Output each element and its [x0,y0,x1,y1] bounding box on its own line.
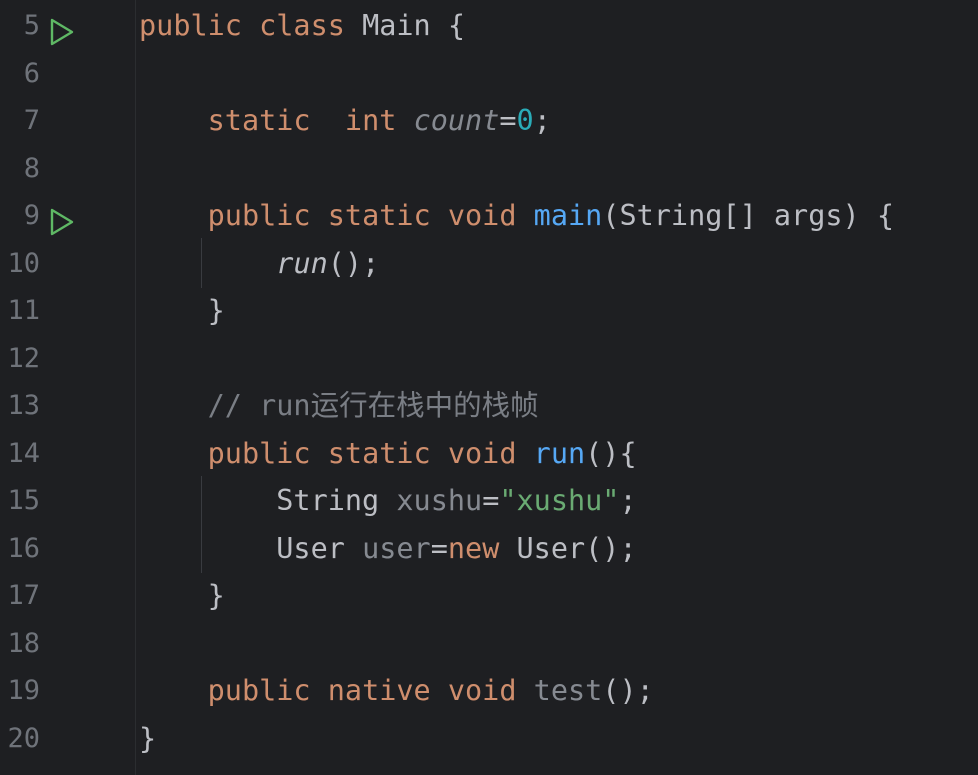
code-line[interactable]: 6 [0,50,978,98]
code-token: static [207,104,345,137]
code-token: run [533,436,586,470]
code-token: public [207,199,328,232]
code-line[interactable]: 18 [0,620,978,668]
line-number[interactable]: 7 [0,97,40,145]
code-token: (){ [585,436,637,470]
code-line[interactable]: 13 // run运行在栈中的栈帧 [0,382,978,430]
code-token: User [139,531,363,565]
code-line[interactable]: 19 public native void test(); [0,667,978,715]
code-token: (); [602,674,654,707]
line-number[interactable]: 8 [0,145,40,193]
code-text: public static void main(String[] args) { [139,192,894,240]
line-number[interactable]: 6 [0,50,40,98]
code-token: native [327,674,448,707]
line-number[interactable]: 10 [0,240,40,288]
line-number[interactable]: 17 [0,572,40,620]
code-token: // run [139,389,311,422]
line-number[interactable]: 14 [0,430,40,478]
code-token: static [327,199,448,232]
line-number[interactable]: 20 [0,715,40,763]
code-text: public native void test(); [139,667,654,715]
line-number[interactable]: 9 [0,192,40,240]
code-text: User user=new User(); [139,525,637,573]
code-text: static int count=0; [139,97,551,145]
code-token: } [139,579,225,612]
code-text: } [139,715,156,763]
code-token: ; [533,104,551,137]
code-token: 0 [516,104,534,137]
code-token: public [207,436,328,470]
code-token: int [344,104,414,137]
code-token: String [139,484,397,517]
code-text: } [139,287,225,335]
line-number[interactable]: 11 [0,287,40,335]
code-text: run(); [139,240,379,288]
code-line[interactable]: 5 public class Main { [0,2,978,50]
code-line[interactable]: 9 public static void main(String[] args)… [0,192,978,240]
code-token: xushu [396,484,483,517]
code-token: } [139,294,225,327]
indent-guide [201,476,202,573]
code-token: user [362,531,431,565]
code-token: (String[] args) { [602,199,894,232]
code-token: public [207,674,328,707]
code-token: = [499,104,517,137]
code-editor[interactable]: 5 public class Main {6 7 static int count=… [0,0,978,775]
code-line[interactable]: 14 public static void run(){ [0,430,978,478]
code-text: // run运行在栈中的栈帧 [139,382,539,430]
line-number[interactable]: 13 [0,382,40,430]
run-play-icon[interactable] [47,13,75,46]
code-line[interactable]: 10 run(); [0,240,978,288]
code-token: new [447,531,517,565]
code-token: 运行在栈中的栈帧 [310,389,539,422]
code-line[interactable]: 20} [0,715,978,763]
line-number[interactable]: 16 [0,525,40,573]
code-token: User(); [516,531,637,565]
code-token: count [413,104,500,137]
code-token: ; [619,484,637,517]
line-number[interactable]: 15 [0,477,40,525]
code-token: } [139,721,157,755]
line-number[interactable]: 12 [0,335,40,383]
run-play-icon[interactable] [47,203,75,236]
code-token: test [533,674,603,707]
code-line[interactable]: 15 String xushu="xushu"; [0,477,978,525]
code-line[interactable]: 8 [0,145,978,193]
code-token: run [276,246,328,280]
line-number[interactable]: 18 [0,620,40,668]
code-token: static [327,436,448,470]
code-token: (); [327,246,380,280]
code-token: class [259,9,363,42]
code-token: void [447,199,534,232]
code-token: void [447,674,534,707]
indent-guide [201,238,202,288]
code-token: = [430,531,448,565]
code-token: public [139,9,260,42]
code-token: void [447,436,534,470]
code-line[interactable]: 16 User user=new User(); [0,525,978,573]
code-line[interactable]: 7 static int count=0; [0,97,978,145]
code-text: } [139,572,225,620]
code-text: public class Main { [139,2,465,50]
code-token: main [533,199,603,232]
code-line[interactable]: 11 } [0,287,978,335]
code-token: "xushu" [499,484,620,517]
code-token: Main { [362,9,466,42]
code-text: public static void run(){ [139,430,637,478]
code-text: String xushu="xushu"; [139,477,637,525]
line-number[interactable]: 5 [0,2,40,50]
code-line[interactable]: 12 [0,335,978,383]
line-number[interactable]: 19 [0,667,40,715]
code-line[interactable]: 17 } [0,572,978,620]
code-token: = [482,484,500,517]
